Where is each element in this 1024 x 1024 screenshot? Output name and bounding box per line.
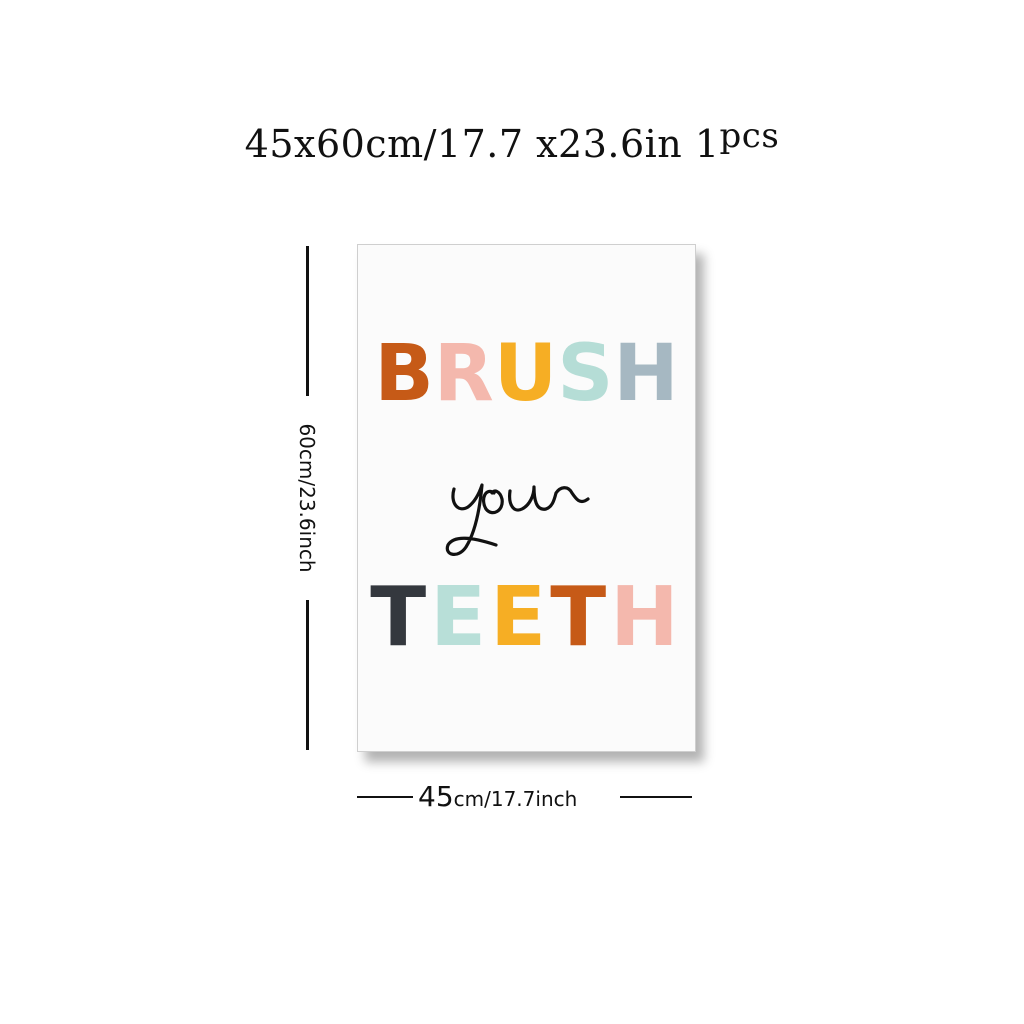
poster-letter: H: [610, 570, 683, 665]
poster-letter: S: [557, 329, 614, 419]
size-headline-main: 45x60cm/17.7 x23.6in 1: [244, 122, 720, 166]
poster-letter: B: [374, 329, 434, 419]
height-dimension-line-bottom: [306, 600, 309, 750]
height-dimension-line-top: [306, 246, 309, 396]
poster-print: BRUSH your TEETH: [357, 244, 696, 752]
width-dimension-line-left: [357, 796, 413, 798]
width-dimension-number: 45: [418, 780, 454, 813]
poster-letter: E: [490, 570, 551, 665]
height-dimension-label: 60cm/23.6inch: [295, 423, 319, 573]
poster-word-teeth: TEETH: [358, 577, 695, 659]
size-headline: 45x60cm/17.7 x23.6in 1pcs: [0, 116, 1024, 166]
poster-letter: R: [433, 329, 494, 419]
size-headline-pcs: pcs: [719, 116, 780, 156]
width-dimension-line-right: [620, 796, 692, 798]
poster-word-brush: BRUSH: [358, 335, 695, 413]
width-dimension-units: cm/17.7inch: [453, 787, 578, 811]
width-dimension-label: 45cm/17.7inch: [418, 780, 577, 813]
poster-letter: T: [550, 570, 611, 665]
poster-letter: T: [370, 570, 431, 665]
poster-letter: E: [430, 570, 491, 665]
poster-word-your: your: [445, 483, 590, 556]
poster-letter: U: [493, 329, 558, 419]
poster-letter: H: [613, 329, 679, 419]
